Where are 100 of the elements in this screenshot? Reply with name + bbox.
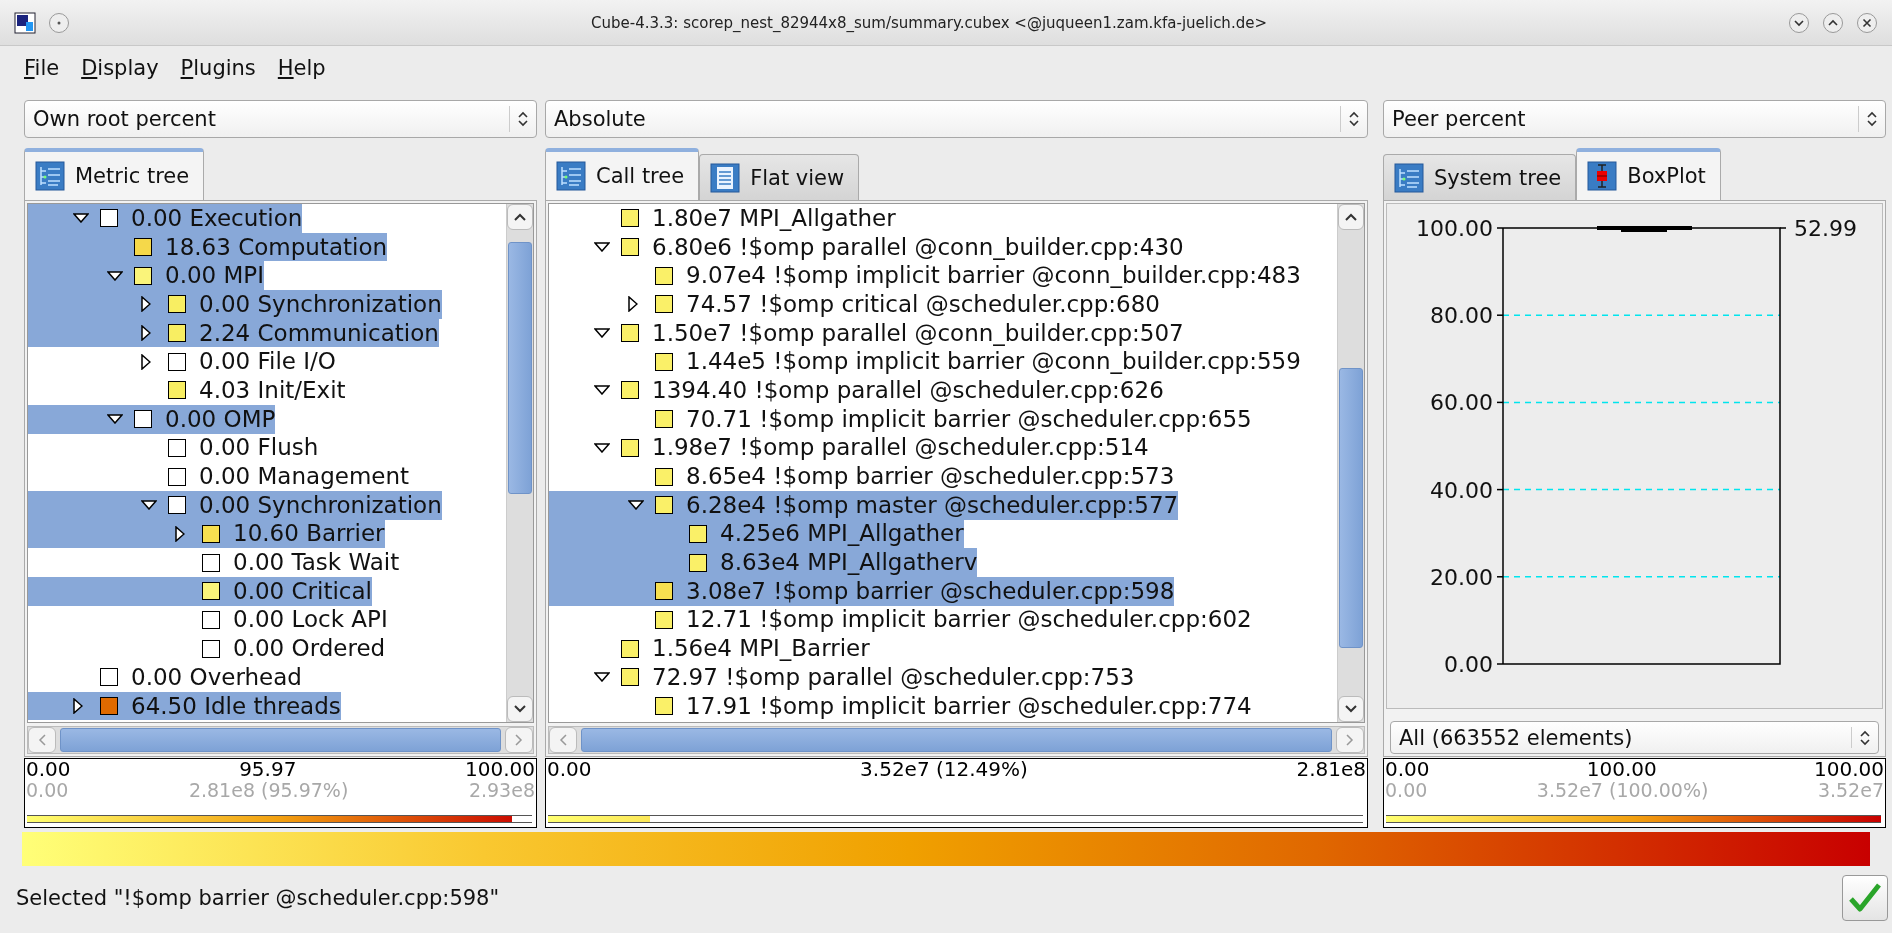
tree-item[interactable]: 6.80e6 !$omp parallel @conn_builder.cpp:430 <box>549 232 1184 262</box>
tree-item[interactable]: 6.28e4 !$omp master @scheduler.cpp:577 <box>549 490 1179 520</box>
tree-icon <box>1394 162 1424 193</box>
range-max: 2.93e8 <box>468 780 535 801</box>
menu-item[interactable]: Help <box>273 54 330 82</box>
horizontal-scrollbar[interactable] <box>548 726 1365 754</box>
tree-item[interactable]: 17.91 !$omp implicit barrier @scheduler.cpp:774 <box>549 691 1252 721</box>
tree-item[interactable]: 18.63 Computation <box>28 232 388 262</box>
tab[interactable]: Metric tree <box>24 148 205 200</box>
tree-icon <box>556 161 586 191</box>
collapsed-triangle-icon[interactable] <box>141 353 151 370</box>
y-tick-label: 100.00 <box>1416 216 1493 241</box>
scrollbar-thumb[interactable] <box>1339 368 1363 648</box>
tree-item[interactable]: 1.56e4 MPI_Barrier <box>549 634 870 663</box>
tree-item[interactable]: 12.71 !$omp implicit barrier @scheduler.cpp:602 <box>549 605 1252 635</box>
range-value: 95.97 <box>239 759 297 780</box>
element-selector[interactable]: All (663552 elements) <box>1390 721 1879 754</box>
collapsed-triangle-icon[interactable] <box>175 525 185 542</box>
scroll-left-icon[interactable] <box>38 734 46 747</box>
close-icon[interactable] <box>1856 11 1878 34</box>
tree-item[interactable]: 1.98e7 !$omp parallel @scheduler.cpp:514 <box>549 433 1149 463</box>
tree-item[interactable]: 1394.40 !$omp parallel @scheduler.cpp:626 <box>549 376 1164 405</box>
expanded-triangle-icon[interactable] <box>141 500 157 511</box>
value-mode-dropdown[interactable]: Own root percent <box>24 100 537 138</box>
scroll-down-icon[interactable] <box>514 705 526 714</box>
tree-item[interactable]: 4.25e6 MPI_Allgather <box>549 519 964 549</box>
scroll-up-icon[interactable] <box>1345 213 1357 221</box>
tree-item[interactable]: 72.97 !$omp parallel @scheduler.cpp:753 <box>549 663 1135 692</box>
tree-item[interactable]: 1.44e5 !$omp implicit barrier @conn_builder.cpp:559 <box>549 347 1301 377</box>
tree-item[interactable]: 4.03 Init/Exit <box>28 376 346 405</box>
expanded-triangle-icon[interactable] <box>594 242 610 253</box>
tree-item[interactable]: 0.00 Management <box>28 462 410 491</box>
expanded-triangle-icon[interactable] <box>594 328 610 339</box>
tree-item[interactable]: 0.00 OMP <box>28 404 276 434</box>
menu-item[interactable]: File <box>20 54 64 82</box>
scroll-right-icon[interactable] <box>515 734 523 747</box>
tree-item[interactable]: 0.00 Execution <box>28 204 303 233</box>
tab[interactable]: Call tree <box>545 148 700 200</box>
tree-item[interactable]: 0.00 Ordered <box>28 634 386 663</box>
tree-item[interactable]: 64.50 Idle threads <box>28 691 341 721</box>
tab[interactable]: BoxPlot <box>1576 148 1721 200</box>
expanded-triangle-icon[interactable] <box>594 385 610 396</box>
tree-item[interactable]: 1.50e7 !$omp parallel @conn_builder.cpp:507 <box>549 318 1184 348</box>
boxplot-icon <box>1587 161 1618 191</box>
tree-item[interactable]: 2.24 Communication <box>28 318 439 348</box>
tree-item[interactable]: 74.57 !$omp critical @scheduler.cpp:680 <box>549 290 1160 319</box>
expanded-triangle-icon[interactable] <box>594 442 610 453</box>
tree-item[interactable]: 0.00 Lock API <box>28 605 388 635</box>
expanded-triangle-icon[interactable] <box>73 213 89 224</box>
vertical-scrollbar[interactable] <box>1337 204 1364 723</box>
range-max: 3.52e7 <box>1817 780 1884 801</box>
tree-item[interactable]: 0.00 MPI <box>28 261 265 291</box>
tree-item[interactable]: 9.07e4 !$omp implicit barrier @conn_builder.cpp:483 <box>549 261 1301 291</box>
value-mode-dropdown[interactable]: Peer percent <box>1383 100 1886 138</box>
scrollbar-thumb[interactable] <box>60 728 501 752</box>
menu-item[interactable]: Display <box>77 54 163 82</box>
tree-item[interactable]: 0.00 Critical <box>28 576 372 606</box>
tree-item[interactable]: 10.60 Barrier <box>28 519 385 549</box>
ok-button[interactable] <box>1842 874 1888 921</box>
tree-item[interactable]: 3.08e7 !$omp barrier @scheduler.cpp:598 <box>549 576 1175 606</box>
scroll-up-icon[interactable] <box>514 213 526 221</box>
menu-item[interactable]: Plugins <box>176 54 260 82</box>
scroll-left-icon[interactable] <box>559 734 567 747</box>
y-tick-label: 20.00 <box>1430 564 1493 590</box>
value-mode-dropdown[interactable]: Absolute <box>545 100 1368 138</box>
range-value: 100.00 <box>1586 759 1657 780</box>
minimize-icon[interactable] <box>1788 11 1810 34</box>
app-icon[interactable] <box>14 11 36 34</box>
maximize-icon[interactable] <box>1822 11 1844 34</box>
expanded-triangle-icon[interactable] <box>107 414 123 425</box>
tree-item[interactable]: 8.63e4 MPI_Allgatherv <box>549 548 978 577</box>
tree-item[interactable]: 70.71 !$omp implicit barrier @scheduler.cpp:655 <box>549 404 1252 434</box>
tab[interactable]: System tree <box>1383 154 1577 200</box>
scroll-right-icon[interactable] <box>1346 734 1354 747</box>
tree-item[interactable]: 8.65e4 !$omp barrier @scheduler.cpp:573 <box>549 462 1175 491</box>
vertical-scrollbar[interactable] <box>506 204 533 723</box>
range-max: 100.00 <box>1814 759 1884 780</box>
scrollbar-thumb[interactable] <box>581 728 1332 752</box>
collapsed-triangle-icon[interactable] <box>141 325 151 342</box>
scrollbar-thumb[interactable] <box>508 242 532 494</box>
expanded-triangle-icon[interactable] <box>628 500 644 511</box>
checkmark-icon <box>1848 881 1882 914</box>
list-icon <box>710 162 741 193</box>
collapsed-triangle-icon[interactable] <box>73 698 83 715</box>
tree-item[interactable]: 0.00 Task Wait <box>28 548 400 577</box>
tree-item[interactable]: 0.00 Flush <box>28 433 319 463</box>
horizontal-scrollbar[interactable] <box>27 726 534 754</box>
range-min: 0.00 <box>26 780 69 801</box>
expanded-triangle-icon[interactable] <box>594 672 610 683</box>
range-min: 0.00 <box>1385 780 1428 801</box>
collapsed-triangle-icon[interactable] <box>628 296 638 313</box>
tree-item[interactable]: 0.00 Synchronization <box>28 290 442 319</box>
tree-item[interactable]: 0.00 Overhead <box>28 663 302 692</box>
expanded-triangle-icon[interactable] <box>107 270 123 281</box>
tree-item[interactable]: 1.80e7 MPI_Allgather <box>549 204 896 233</box>
tree-item[interactable]: 0.00 File I/O <box>28 347 336 377</box>
collapsed-triangle-icon[interactable] <box>141 296 151 313</box>
tab[interactable]: Flat view <box>699 154 860 200</box>
tree-item[interactable]: 0.00 Synchronization <box>28 490 442 520</box>
scroll-down-icon[interactable] <box>1345 705 1357 714</box>
